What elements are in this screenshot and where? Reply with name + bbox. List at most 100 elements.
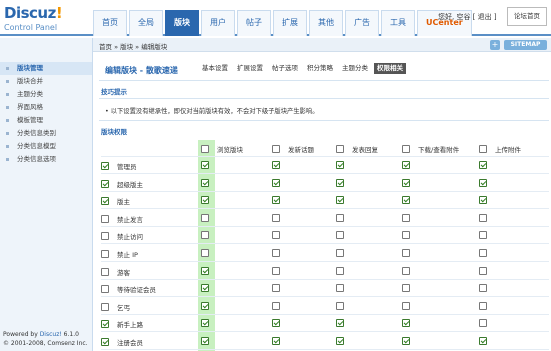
checkbox[interactable] [272,284,280,293]
sidebar-item[interactable]: 分类信息类别 [0,127,92,140]
checkbox-checked[interactable] [336,161,344,169]
checkbox[interactable] [101,232,109,241]
checkbox[interactable] [402,266,410,275]
checkbox[interactable] [272,301,280,310]
checkbox[interactable] [336,284,344,293]
settings-tab[interactable]: 帖子选项 [269,63,301,74]
checkbox-checked[interactable] [101,320,109,329]
checkbox-checked[interactable] [402,337,410,345]
checkbox-checked[interactable] [272,196,280,205]
settings-tab[interactable]: 主题分类 [339,63,371,74]
checkbox-checked[interactable] [101,162,109,170]
nav-item[interactable]: 工具 [381,10,415,36]
checkbox-checked[interactable] [201,266,209,275]
sidebar-item[interactable]: 版块管理 [0,62,92,75]
checkbox[interactable] [336,266,344,275]
checkbox[interactable] [101,214,109,223]
nav-item[interactable]: 其他 [309,10,343,36]
checkbox[interactable] [402,249,410,257]
checkbox-checked[interactable] [336,178,344,187]
checkbox-checked[interactable] [101,179,109,188]
sidebar-item[interactable]: 版块合并 [0,75,92,88]
checkbox-checked[interactable] [402,178,410,187]
checkbox[interactable] [336,231,344,240]
checkbox[interactable] [272,213,280,222]
checkbox[interactable] [201,213,209,222]
checkbox-checked[interactable] [336,337,344,345]
nav-item[interactable]: 首页 [93,10,127,36]
checkbox[interactable] [201,145,209,153]
checkbox[interactable] [479,319,487,328]
checkbox-checked[interactable] [272,161,280,169]
checkbox-checked[interactable] [201,196,209,205]
checkbox-checked[interactable] [402,319,410,328]
sidebar-item[interactable]: 主题分类 [0,88,92,101]
checkbox-checked[interactable] [201,319,209,328]
sidebar-item[interactable]: 分类信息模型 [0,140,92,153]
checkbox-checked[interactable] [201,284,209,293]
checkbox-checked[interactable] [201,161,209,169]
checkbox-checked[interactable] [101,338,109,346]
nav-item[interactable]: 版块 [165,10,199,36]
checkbox-checked[interactable] [336,319,344,328]
checkbox[interactable] [402,284,410,293]
checkbox-checked[interactable] [201,178,209,187]
checkbox[interactable] [101,302,109,311]
checkbox[interactable] [336,249,344,257]
user-info[interactable]: 您好, 空谷 [ 退出 ] [438,12,497,22]
checkbox-checked[interactable] [402,196,410,205]
checkbox-checked[interactable] [201,337,209,345]
checkbox[interactable] [479,301,487,310]
checkbox[interactable] [101,267,109,276]
settings-tab[interactable]: 扩展设置 [234,63,266,74]
checkbox[interactable] [479,249,487,257]
sitemap-button[interactable]: SITEMAP [504,40,547,50]
checkbox[interactable] [479,284,487,293]
settings-tab[interactable]: 基本设置 [199,63,231,74]
breadcrumb[interactable]: 首页 » 版块 » 编辑版块 [99,41,167,51]
checkbox[interactable] [479,213,487,222]
checkbox[interactable] [336,145,344,153]
checkbox[interactable] [272,145,280,153]
sidebar-item[interactable]: 界面风格 [0,101,92,114]
checkbox[interactable] [402,301,410,310]
settings-tab[interactable]: 积分策略 [304,63,336,74]
checkbox-checked[interactable] [272,178,280,187]
checkbox-checked[interactable] [479,337,487,345]
checkbox-checked[interactable] [336,196,344,205]
checkbox[interactable] [101,250,109,258]
nav-item[interactable]: 全局 [129,10,163,36]
checkbox-checked[interactable] [479,196,487,205]
checkbox-checked[interactable] [201,301,209,310]
checkbox-checked[interactable] [272,319,280,328]
checkbox-checked[interactable] [479,161,487,169]
checkbox[interactable] [272,266,280,275]
forum-home-button[interactable]: 论坛首页 [507,7,547,26]
sidebar-item[interactable]: 分类信息选项 [0,153,92,166]
nav-item[interactable]: 广告 [345,10,379,36]
powered-brand[interactable]: Discuz! [40,331,62,338]
checkbox-checked[interactable] [101,197,109,206]
nav-item[interactable]: 帖子 [237,10,271,36]
add-shortcut-button[interactable]: + [490,40,500,50]
nav-item[interactable]: 用户 [201,10,235,36]
checkbox[interactable] [201,249,209,257]
settings-tab[interactable]: 权限相关 [374,63,406,74]
checkbox[interactable] [336,301,344,310]
checkbox[interactable] [479,266,487,275]
checkbox[interactable] [272,231,280,240]
sidebar-item[interactable]: 模板管理 [0,114,92,127]
checkbox[interactable] [201,231,209,240]
checkbox-checked[interactable] [272,337,280,345]
checkbox-checked[interactable] [479,178,487,187]
checkbox[interactable] [336,213,344,222]
checkbox[interactable] [402,231,410,240]
checkbox[interactable] [272,249,280,257]
checkbox[interactable] [101,285,109,294]
checkbox[interactable] [479,145,487,153]
checkbox[interactable] [402,213,410,222]
checkbox[interactable] [402,145,410,153]
checkbox-checked[interactable] [402,161,410,169]
checkbox[interactable] [479,231,487,240]
nav-item[interactable]: 扩展 [273,10,307,36]
